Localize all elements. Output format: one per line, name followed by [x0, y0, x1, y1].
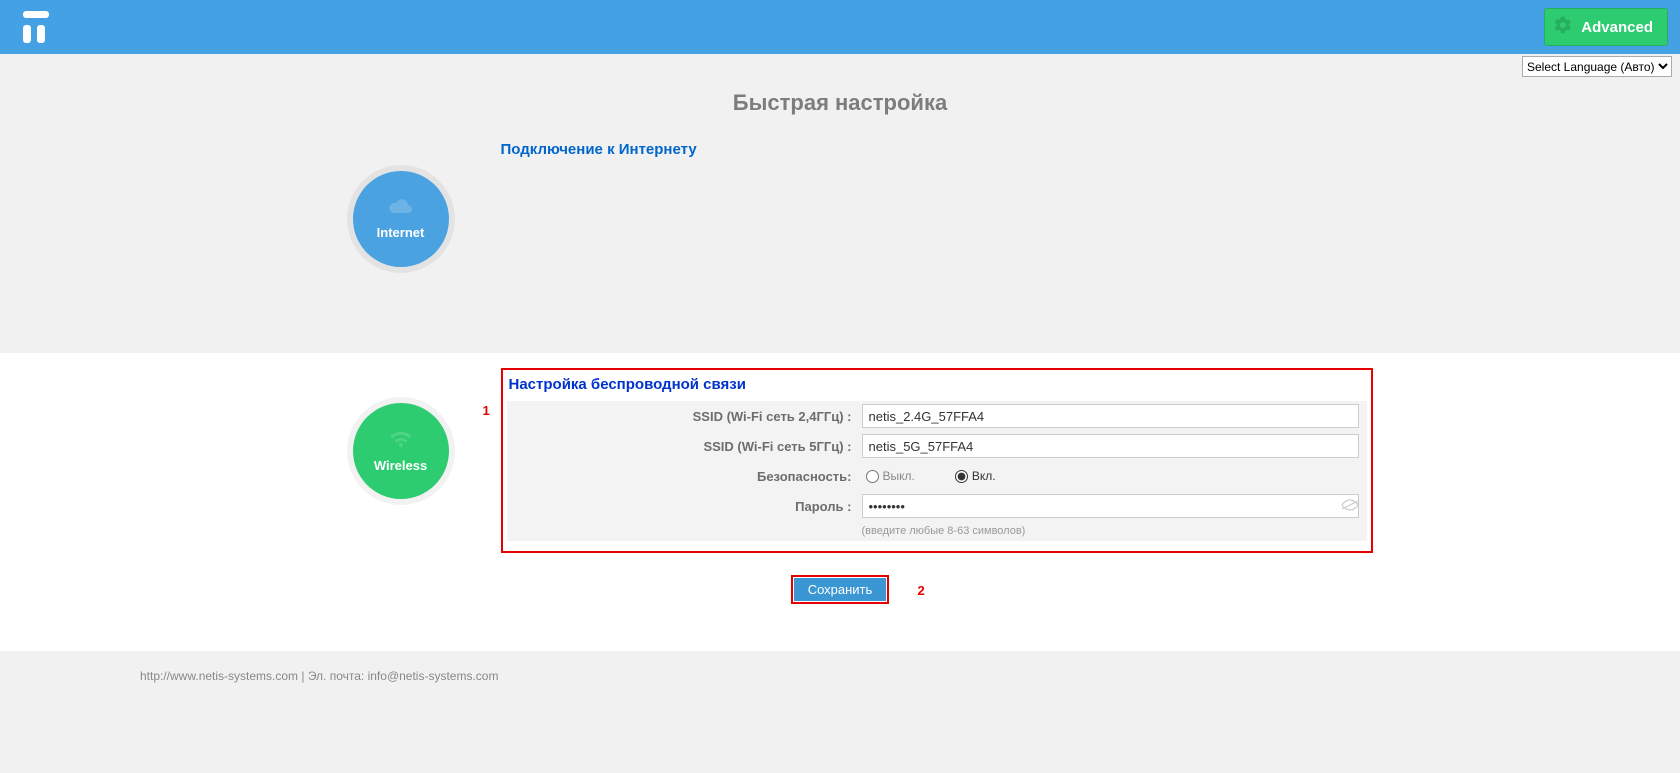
input-ssid-5[interactable]	[862, 434, 1359, 458]
label-password: Пароль :	[507, 499, 862, 514]
wireless-config-box: Настройка беспроводной связи SSID (Wi-Fi…	[501, 368, 1373, 553]
row-ssid-24: SSID (Wi-Fi сеть 2,4ГГц) :	[507, 401, 1367, 431]
label-ssid-24: SSID (Wi-Fi сеть 2,4ГГц) :	[507, 409, 862, 424]
internet-step-circle[interactable]: Internet	[353, 171, 449, 267]
language-bar: Select Language (Авто)	[0, 54, 1680, 80]
radio-security-on-input[interactable]	[955, 470, 968, 483]
label-security: Безопасность:	[507, 469, 862, 484]
input-ssid-24[interactable]	[862, 404, 1359, 428]
annotation-2: 2	[918, 583, 925, 598]
radio-security-off[interactable]: Выкл.	[866, 469, 915, 483]
internet-section-title: Подключение к Интернету	[303, 116, 1378, 163]
gear-icon	[1553, 15, 1573, 39]
footer-text: http://www.netis-systems.com | Эл. почта…	[140, 669, 368, 683]
page-title: Быстрая настройка	[0, 90, 1680, 116]
advanced-label: Advanced	[1581, 19, 1653, 36]
radio-security-off-input[interactable]	[866, 470, 879, 483]
row-password: Пароль :	[507, 491, 1367, 521]
brand-logo	[15, 8, 57, 46]
label-ssid-5: SSID (Wi-Fi сеть 5ГГц) :	[507, 439, 862, 454]
toggle-password-icon[interactable]	[1341, 498, 1359, 517]
wireless-step-circle[interactable]: Wireless	[353, 403, 449, 499]
save-button[interactable]: Сохранить	[794, 578, 887, 601]
internet-circle-label: Internet	[377, 225, 425, 240]
radio-security-on[interactable]: Вкл.	[955, 469, 996, 483]
annotation-1: 1	[483, 403, 490, 418]
footer: http://www.netis-systems.com | Эл. почта…	[0, 651, 1680, 773]
top-greyband: Быстрая настройка Подключение к Интернет…	[0, 80, 1680, 353]
cloud-icon	[388, 198, 414, 219]
wireless-section-title: Настройка беспроводной связи	[507, 374, 1367, 401]
advanced-button[interactable]: Advanced	[1544, 8, 1668, 46]
language-select[interactable]: Select Language (Авто)	[1522, 56, 1672, 77]
input-password[interactable]	[862, 494, 1359, 518]
password-hint: (введите любые 8-63 символов)	[507, 521, 1367, 541]
row-security: Безопасность: Выкл. Вкл.	[507, 461, 1367, 491]
wireless-circle-label: Wireless	[374, 458, 427, 473]
row-ssid-5: SSID (Wi-Fi сеть 5ГГц) :	[507, 431, 1367, 461]
footer-email-link[interactable]: info@netis-systems.com	[368, 669, 499, 683]
header-bar: Advanced	[0, 0, 1680, 54]
wifi-icon	[388, 429, 414, 452]
